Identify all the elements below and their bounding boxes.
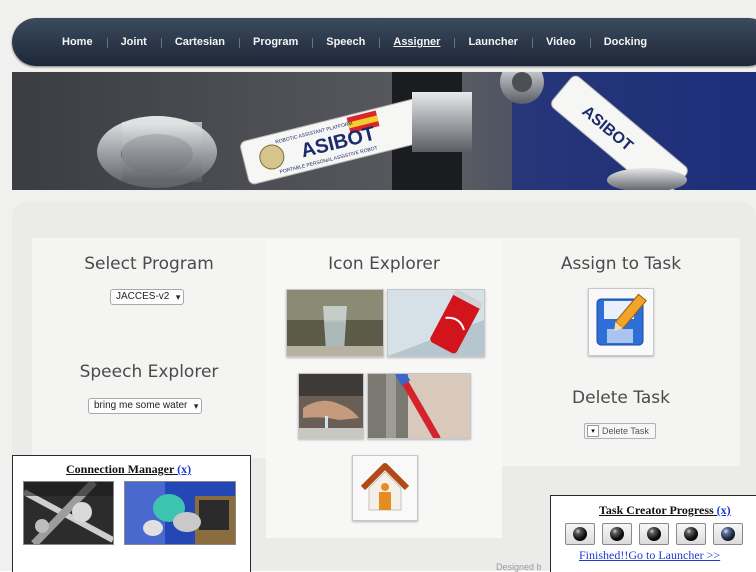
washing-hands-icon[interactable] xyxy=(298,373,364,439)
delete-task-select[interactable]: ▾ Delete Task xyxy=(584,423,656,439)
connection-manager-close-button[interactable]: (x) xyxy=(177,462,191,476)
right-panel: Assign to Task Delete Task ▾ Delete Task xyxy=(502,238,740,466)
nav-item-cartesian[interactable]: Cartesian xyxy=(160,36,239,48)
toothbrush-icon[interactable] xyxy=(367,373,471,439)
task-creator-progress-popup: Task Creator Progress (x) Finished!!Go t… xyxy=(550,495,756,572)
task-progress-title: Task Creator Progress (x) xyxy=(599,503,731,518)
nav-item-joint[interactable]: Joint xyxy=(106,36,161,48)
main-nav: Home Joint Cartesian Program Speech Assi… xyxy=(12,18,756,66)
speech-explorer-heading: Speech Explorer xyxy=(79,362,219,382)
save-edit-icon[interactable] xyxy=(588,288,654,356)
progress-step-4 xyxy=(676,523,706,545)
icon-explorer-heading: Icon Explorer xyxy=(328,254,440,274)
task-progress-title-text: Task Creator Progress xyxy=(599,503,714,517)
house-image xyxy=(360,463,410,511)
glass-of-water-icon[interactable] xyxy=(286,289,384,357)
go-to-launcher-link[interactable]: Finished!!Go to Launcher >> xyxy=(579,548,720,563)
delete-task-select-label: Delete Task xyxy=(602,426,649,436)
washing-hands-image xyxy=(299,374,363,438)
delete-task-dropdown-arrow-icon: ▾ xyxy=(587,425,599,437)
task-progress-close-button[interactable]: (x) xyxy=(717,503,731,517)
select-program-heading: Select Program xyxy=(84,254,214,274)
nav-list: Home Joint Cartesian Program Speech Assi… xyxy=(48,18,661,66)
connection-manager-title: Connection Manager (x) xyxy=(66,462,191,477)
progress-step-2 xyxy=(602,523,632,545)
toothbrush-image xyxy=(368,374,470,438)
connection-manager-title-text: Connection Manager xyxy=(66,462,175,476)
robot-camera-image xyxy=(24,482,113,544)
nav-item-home[interactable]: Home xyxy=(48,36,107,48)
robot-camera-view[interactable] xyxy=(23,481,114,545)
nav-item-docking[interactable]: Docking xyxy=(589,36,661,48)
nav-item-video[interactable]: Video xyxy=(531,36,590,48)
cola-can-image xyxy=(388,290,484,356)
cola-can-icon[interactable] xyxy=(387,289,485,357)
nav-item-launcher[interactable]: Launcher xyxy=(454,36,532,48)
connection-manager-popup: Connection Manager (x) xyxy=(12,455,251,572)
nav-item-program[interactable]: Program xyxy=(238,36,312,48)
progress-step-3 xyxy=(639,523,669,545)
simulation-view[interactable] xyxy=(124,481,236,545)
nav-item-assigner[interactable]: Assigner xyxy=(379,36,454,48)
simulation-image xyxy=(125,482,235,544)
glass-of-water-image xyxy=(287,290,383,356)
program-select[interactable]: JACCES-v2 xyxy=(110,289,185,305)
progress-step-5 xyxy=(713,523,743,545)
nav-item-speech[interactable]: Speech xyxy=(312,36,379,48)
home-icon[interactable] xyxy=(352,455,418,521)
delete-task-heading: Delete Task xyxy=(572,388,670,408)
assign-task-heading: Assign to Task xyxy=(560,254,682,274)
left-panel: Select Program JACCES-v2 Speech Explorer… xyxy=(32,238,266,458)
robot-banner: ASIBOT ROBOTIC ASSISTANT PLATFORM PORTAB… xyxy=(12,72,756,190)
progress-step-1 xyxy=(565,523,595,545)
speech-select[interactable]: bring me some water xyxy=(88,398,203,414)
robot-arm-illustration: ASIBOT ROBOTIC ASSISTANT PLATFORM PORTAB… xyxy=(12,72,756,190)
floppy-pencil-image xyxy=(596,293,647,346)
